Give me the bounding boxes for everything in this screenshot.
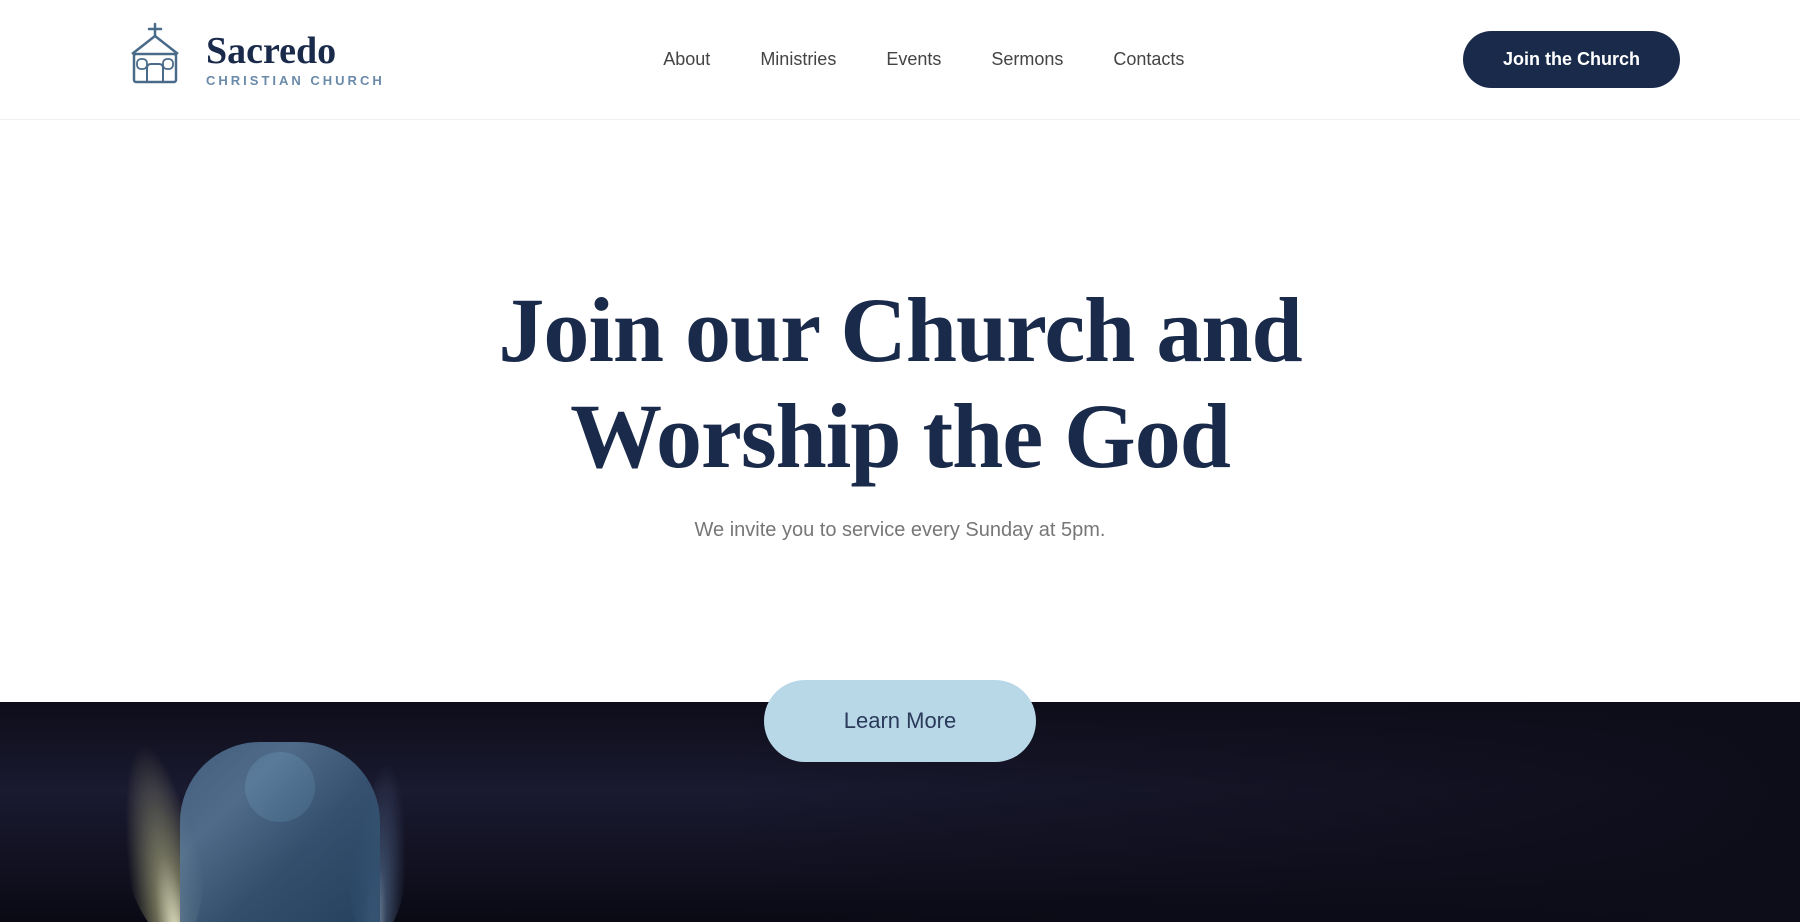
logo-text-block: Sacredo CHRISTIAN CHURCH [206,31,385,88]
cta-container: Learn More [0,680,1800,762]
nav-link-ministries[interactable]: Ministries [760,49,836,70]
main-nav: About Ministries Events Sermons Contacts [663,49,1184,70]
hero-title: Join our Church and Worship the God [498,278,1301,490]
join-church-button[interactable]: Join the Church [1463,31,1680,88]
hero-subtitle: We invite you to service every Sunday at… [695,519,1106,542]
nav-link-events[interactable]: Events [886,49,941,70]
hero-section: Join our Church and Worship the God We i… [0,120,1800,680]
logo-name: Sacredo [206,31,385,73]
header: Sacredo CHRISTIAN CHURCH About Ministrie… [0,0,1800,120]
nav-link-contacts[interactable]: Contacts [1113,49,1184,70]
learn-more-button[interactable]: Learn More [764,680,1037,762]
nav-link-about[interactable]: About [663,49,710,70]
nav-link-sermons[interactable]: Sermons [991,49,1063,70]
logo-area: Sacredo CHRISTIAN CHURCH [120,22,385,97]
church-icon [120,22,190,97]
logo-subtitle: CHRISTIAN CHURCH [206,73,385,88]
bottom-section: Learn More [0,680,1800,922]
